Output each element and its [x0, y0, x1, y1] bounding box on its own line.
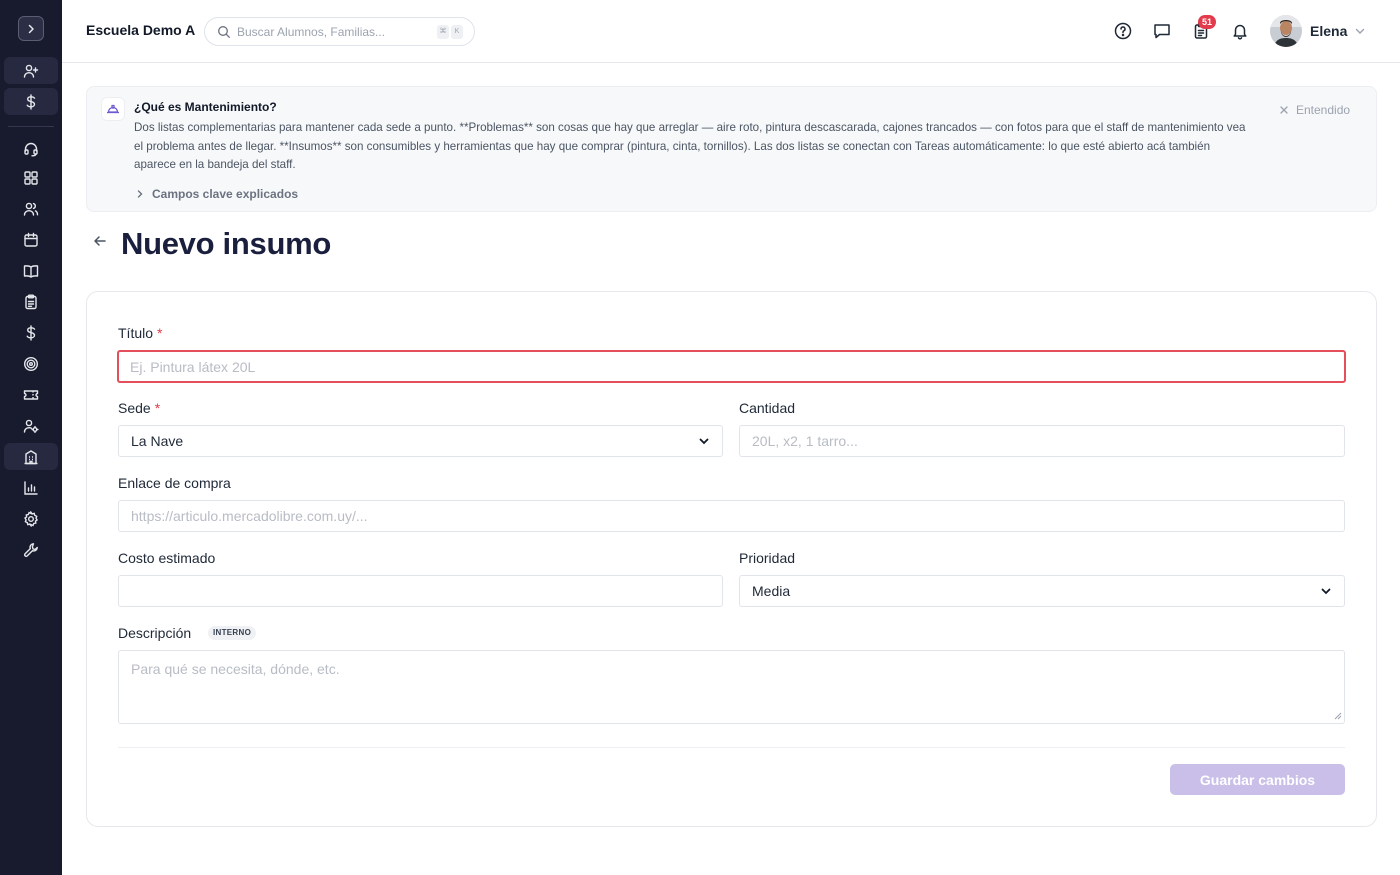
title-input[interactable] [117, 350, 1346, 383]
purchase-link-input[interactable] [118, 500, 1345, 532]
book-icon [23, 264, 39, 278]
chart-icon [24, 480, 38, 495]
sidebar-item-reports[interactable] [4, 474, 58, 501]
search-input[interactable] [237, 23, 427, 41]
chevron-down-icon[interactable] [1354, 25, 1366, 37]
save-changes-button[interactable]: Guardar cambios [1170, 764, 1345, 795]
help-icon[interactable] [1114, 22, 1132, 40]
sede-select[interactable]: La Nave [118, 425, 723, 457]
resize-handle-icon[interactable] [1333, 711, 1342, 720]
calendar-icon [24, 232, 38, 247]
search-bar[interactable]: ⌘ K [204, 17, 475, 46]
settings-icon [24, 510, 39, 527]
close-icon [1280, 106, 1288, 114]
dismiss-banner-button[interactable]: Entendido [1279, 103, 1350, 117]
wrench-icon [24, 542, 38, 557]
sidebar-item-courses[interactable] [4, 257, 58, 284]
sede-selected-value: La Nave [131, 433, 184, 449]
descripcion-label: Descripción [118, 625, 192, 641]
info-banner: ¿Qué es Mantenimiento? Dos listas comple… [86, 86, 1377, 212]
dashboard-icon [24, 170, 38, 185]
estimated-cost-input[interactable] [118, 575, 723, 607]
sidebar-item-events[interactable] [4, 381, 58, 408]
form-divider [118, 747, 1345, 748]
back-arrow-icon[interactable] [92, 233, 108, 249]
top-header: Escuela Demo A ⌘ K 51 Elena [62, 0, 1400, 63]
maintenance-icon [101, 97, 125, 121]
prioridad-label: Prioridad [739, 550, 796, 566]
sidebar [0, 0, 62, 875]
ticket-icon [23, 389, 39, 400]
users-icon [23, 202, 39, 216]
sidebar-item-finance[interactable] [4, 319, 58, 346]
sede-label: Sede * [118, 400, 161, 416]
enlace-label: Enlace de compra [118, 475, 231, 491]
dollar-icon [26, 324, 36, 341]
info-banner-text: Dos listas complementarias para mantener… [134, 121, 1246, 172]
dollar-icon [26, 93, 36, 110]
key-fields-label: Campos clave explicados [152, 187, 299, 201]
cantidad-label: Cantidad [739, 400, 796, 416]
clipboard-icon [25, 294, 37, 309]
sidebar-item-billing[interactable] [4, 88, 58, 115]
shortcut-key-cmd: ⌘ [437, 25, 449, 39]
page-title: Nuevo insumo [121, 226, 331, 261]
info-banner-title: ¿Qué es Mantenimiento? [134, 100, 277, 114]
required-marker: * [154, 400, 161, 416]
internal-badge: INTERNO [208, 626, 257, 640]
bell-icon[interactable] [1231, 22, 1249, 40]
headset-icon [24, 142, 38, 156]
chevron-right-icon [137, 190, 143, 198]
sidebar-item-add-student[interactable] [4, 57, 58, 84]
sidebar-divider [8, 126, 54, 127]
sidebar-item-tools[interactable] [4, 536, 58, 563]
search-icon [218, 26, 230, 38]
user-name[interactable]: Elena [1310, 23, 1347, 39]
key-fields-toggle[interactable]: Campos clave explicados [136, 187, 298, 201]
sidebar-item-goals[interactable] [4, 350, 58, 377]
user-gear-icon [23, 419, 39, 433]
sidebar-item-dashboard[interactable] [4, 164, 58, 191]
dismiss-label: Entendido [1296, 103, 1351, 117]
sidebar-item-staff[interactable] [4, 412, 58, 439]
user-plus-icon [23, 64, 39, 78]
required-marker: * [157, 325, 163, 341]
sidebar-item-settings[interactable] [4, 505, 58, 532]
priority-selected-value: Media [752, 583, 791, 599]
title-label: Título * [118, 325, 163, 341]
costo-label: Costo estimado [118, 550, 216, 566]
sidebar-toggle-button[interactable] [18, 16, 44, 41]
chevron-down-icon [1321, 588, 1331, 595]
building-icon [24, 449, 38, 464]
messages-icon[interactable] [1153, 22, 1171, 40]
cantidad-input[interactable] [739, 425, 1345, 457]
sidebar-item-support[interactable] [4, 135, 58, 162]
chevron-down-icon [699, 438, 709, 445]
sidebar-item-calendar[interactable] [4, 226, 58, 253]
sidebar-item-people[interactable] [4, 195, 58, 222]
shortcut-key-k: K [451, 25, 463, 39]
user-avatar[interactable] [1270, 15, 1302, 47]
tasks-count-badge: 51 [1198, 15, 1216, 29]
school-name[interactable]: Escuela Demo A [86, 22, 195, 38]
sidebar-item-maintenance[interactable] [4, 443, 58, 470]
target-icon [23, 356, 39, 371]
chevron-right-icon [28, 24, 34, 33]
priority-select[interactable]: Media [739, 575, 1345, 607]
description-textarea[interactable] [118, 650, 1345, 724]
sidebar-item-tasks[interactable] [4, 288, 58, 315]
